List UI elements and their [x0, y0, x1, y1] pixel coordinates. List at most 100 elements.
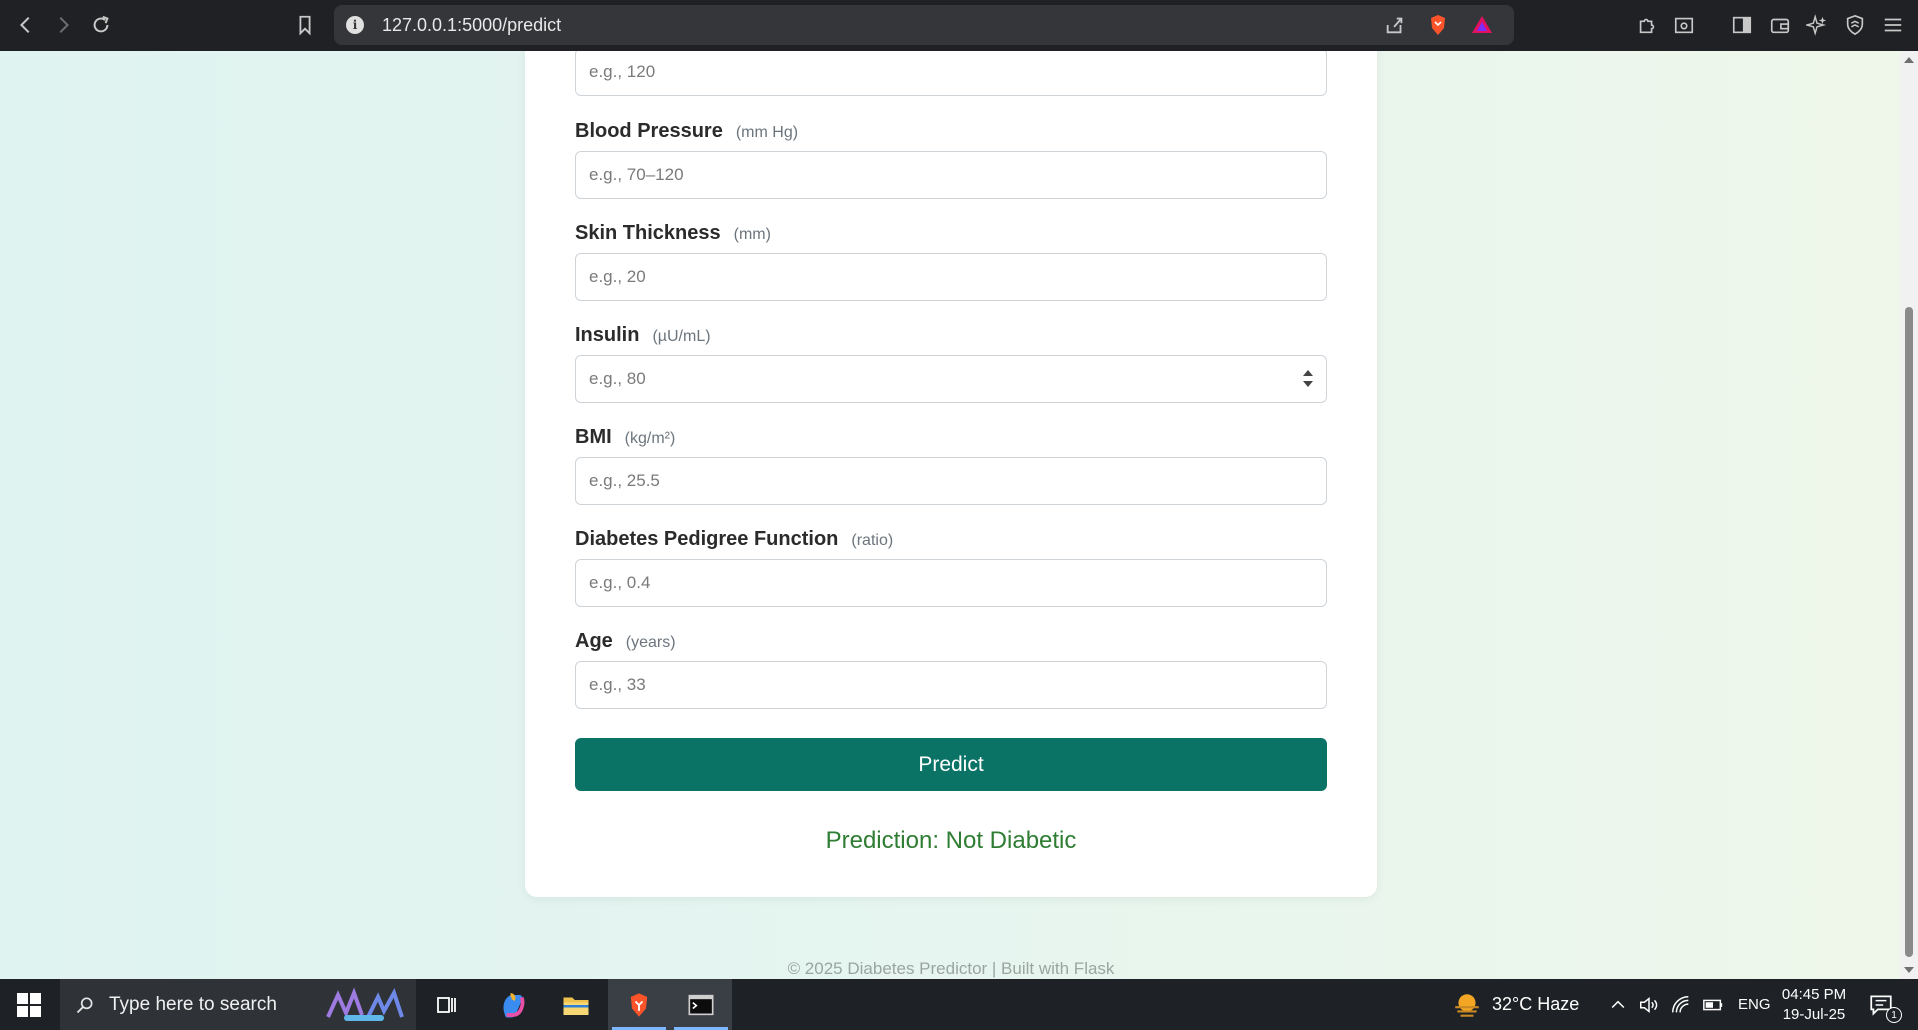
pedigree-input[interactable]: e.g., 0.4: [575, 559, 1327, 607]
insulin-unit: (µU/mL): [652, 328, 711, 345]
glucose-input[interactable]: e.g., 120: [575, 51, 1327, 96]
skin-thickness-label: Skin Thickness (mm): [575, 222, 771, 245]
prediction-result: Prediction: Not Diabetic: [825, 827, 1077, 854]
insulin-label: Insulin (µU/mL): [575, 324, 711, 347]
brave-browser-icon: [630, 992, 648, 1017]
insulin-input[interactable]: e.g., 80: [575, 355, 1327, 403]
copilot-button[interactable]: [482, 979, 544, 1030]
age-label-text: Age: [575, 630, 613, 652]
insulin-placeholder: e.g., 80: [589, 369, 646, 388]
blood-pressure-input[interactable]: e.g., 70–120: [575, 151, 1327, 199]
bmi-placeholder: e.g., 25.5: [589, 471, 660, 490]
hamburger-menu-icon: [1884, 18, 1902, 32]
network-icon[interactable]: [1670, 994, 1692, 1016]
windows-start-icon[interactable]: [17, 993, 41, 1017]
brave-shields-icon[interactable]: [1426, 13, 1450, 37]
age-placeholder: e.g., 33: [589, 675, 646, 694]
search-placeholder: Type here to search: [109, 993, 277, 1015]
windows-taskbar: Type here to search 32°C Haze ENG 04:45 …: [0, 979, 1918, 1030]
url-text: 127.0.0.1:5000/predict: [382, 14, 562, 35]
copilot-icon: [503, 992, 525, 1017]
pedigree-label: Diabetes Pedigree Function (ratio): [575, 528, 893, 551]
back-button[interactable]: [8, 7, 44, 43]
predict-button[interactable]: Predict: [575, 738, 1327, 791]
weather-text: 32°C Haze: [1492, 994, 1580, 1014]
reload-button[interactable]: [83, 7, 119, 43]
sidebar-icon: [1732, 16, 1752, 34]
search-icon: [76, 997, 93, 1013]
bookmark-button[interactable]: [287, 7, 323, 43]
bmi-input[interactable]: e.g., 25.5: [575, 457, 1327, 505]
bmi-unit: (kg/m²): [624, 430, 676, 447]
spin-up-icon[interactable]: [1303, 370, 1313, 376]
age-unit: (years): [625, 634, 676, 651]
spin-down-icon[interactable]: [1303, 381, 1313, 387]
blood-pressure-label-text: Blood Pressure: [575, 120, 723, 142]
reader-button[interactable]: [1667, 8, 1701, 42]
file-explorer-button[interactable]: [545, 979, 607, 1030]
task-view-icon: [437, 996, 456, 1013]
share-icon[interactable]: [1384, 14, 1406, 36]
skin-thickness-placeholder: e.g., 20: [589, 267, 646, 286]
skin-thickness-label-text: Skin Thickness: [575, 222, 721, 244]
arrow-right-icon: [59, 16, 70, 34]
search-page-icon: [1674, 17, 1694, 34]
shield-icon: [1846, 14, 1864, 36]
pedigree-label-text: Diabetes Pedigree Function: [575, 528, 839, 550]
blood-pressure-placeholder: e.g., 70–120: [589, 165, 684, 184]
wallet-icon: [1770, 18, 1790, 34]
notification-count-badge: 1: [1886, 1007, 1902, 1023]
forward-button[interactable]: [45, 7, 81, 43]
terminal-taskbar-button[interactable]: [670, 979, 732, 1030]
blood-pressure-unit: (mm Hg): [735, 124, 799, 141]
clock-date: 19-Jul-25: [1782, 1006, 1846, 1023]
age-label: Age (years): [575, 630, 676, 653]
pedigree-placeholder: e.g., 0.4: [589, 573, 651, 592]
task-view-button[interactable]: [416, 979, 478, 1030]
extensions-button[interactable]: [1630, 8, 1664, 42]
skin-thickness-unit: (mm): [733, 226, 771, 243]
sparkle-icon: [1806, 14, 1827, 36]
site-info-icon[interactable]: i: [346, 16, 364, 34]
folder-icon: [563, 997, 589, 1015]
leo-ai-button[interactable]: [1800, 8, 1834, 42]
wallet-button[interactable]: [1763, 8, 1797, 42]
brave-rewards-icon[interactable]: [1470, 13, 1494, 37]
address-bar[interactable]: i 127.0.0.1:5000/predict: [334, 5, 1514, 45]
insulin-label-text: Insulin: [575, 324, 640, 346]
glucose-placeholder: e.g., 120: [589, 62, 656, 81]
notification-center-button[interactable]: 1: [1868, 979, 1902, 1030]
scrollbar-thumb[interactable]: [1905, 307, 1913, 957]
taskbar-clock[interactable]: 04:45 PM 19-Jul-25: [1764, 985, 1864, 1025]
taskbar-search-box[interactable]: Type here to search: [60, 979, 416, 1030]
search-highlight-art-icon: [326, 987, 404, 1021]
arrow-left-icon: [19, 16, 30, 34]
sidebar-button[interactable]: [1725, 8, 1759, 42]
terminal-icon: [688, 994, 714, 1015]
pedigree-unit: (ratio): [851, 532, 894, 549]
page-viewport: e.g., 120 Blood Pressure (mm Hg) e.g., 7…: [0, 51, 1900, 979]
haze-sun-icon: [1455, 993, 1479, 1017]
bookmark-icon: [299, 15, 311, 36]
chevron-up-icon[interactable]: [1608, 995, 1628, 1015]
number-spinner[interactable]: [1302, 370, 1314, 390]
skin-thickness-input[interactable]: e.g., 20: [575, 253, 1327, 301]
bmi-label-text: BMI: [575, 426, 612, 448]
age-input[interactable]: e.g., 33: [575, 661, 1327, 709]
puzzle-icon: [1639, 18, 1655, 34]
volume-icon[interactable]: [1638, 994, 1660, 1016]
page-footer: © 2025 Diabetes Predictor | Built with F…: [787, 959, 1115, 978]
scroll-down-icon[interactable]: [1904, 967, 1914, 973]
bmi-label: BMI (kg/m²): [575, 426, 675, 449]
vpn-button[interactable]: [1838, 8, 1872, 42]
system-tray: ENG: [1608, 979, 1771, 1030]
reload-icon: [93, 15, 109, 33]
scroll-up-icon[interactable]: [1904, 57, 1914, 63]
battery-icon[interactable]: [1702, 994, 1724, 1016]
brave-browser-taskbar-button[interactable]: [608, 979, 670, 1030]
weather-widget[interactable]: 32°C Haze: [1452, 979, 1579, 1030]
blood-pressure-label: Blood Pressure (mm Hg): [575, 120, 798, 143]
menu-button[interactable]: [1876, 8, 1910, 42]
page-scrollbar[interactable]: [1900, 51, 1918, 979]
browser-toolbar: i 127.0.0.1:5000/predict: [0, 0, 1918, 51]
